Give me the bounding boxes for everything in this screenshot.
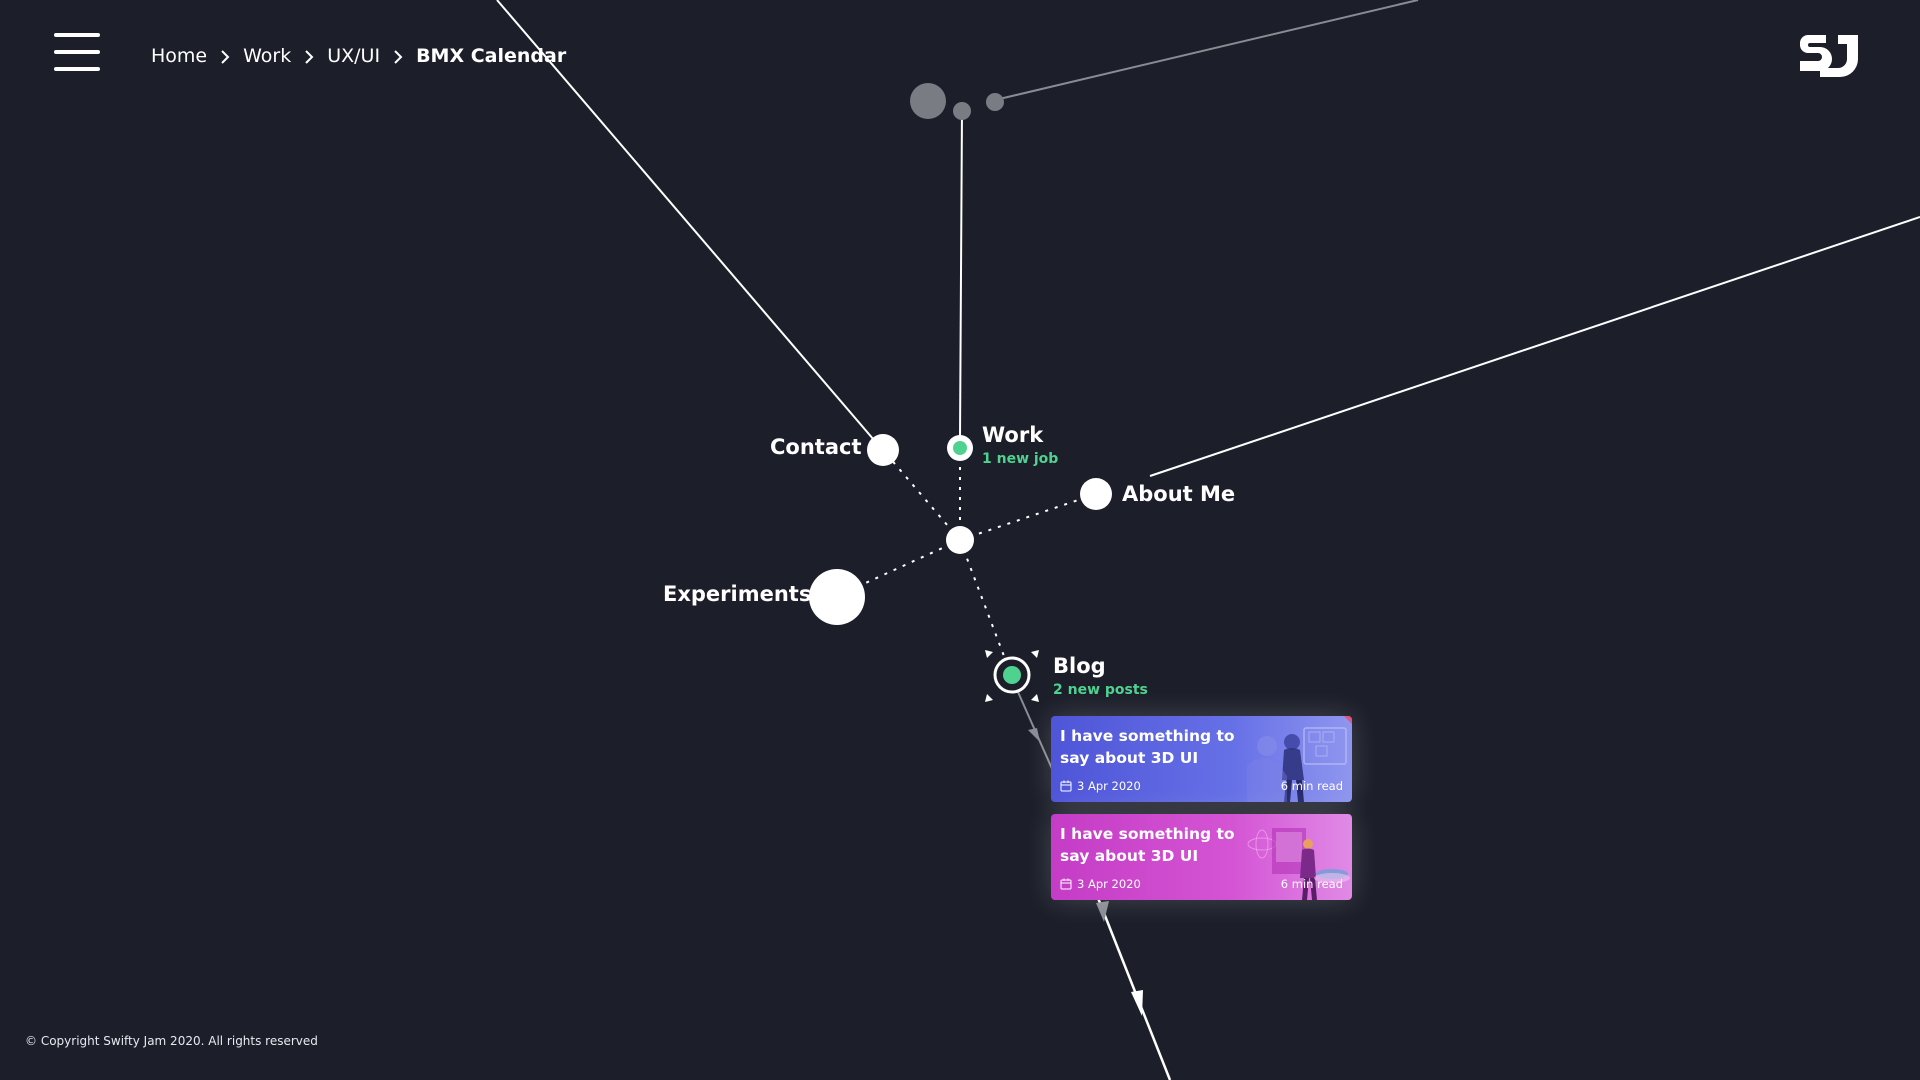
graph-canvas: Home Work UX/UI BMX Calendar Contact Wor…	[0, 0, 1920, 1080]
blog-node-indicator	[1003, 666, 1021, 684]
experiments-label[interactable]: Experiments	[663, 582, 811, 606]
dotted-link	[882, 449, 961, 541]
trail-arrow-icon	[1028, 728, 1040, 742]
about-node[interactable]	[1080, 478, 1112, 510]
contact-node[interactable]	[867, 434, 899, 466]
blog-post-card[interactable]: I have something to say about 3D UI 3 Ap…	[1051, 716, 1352, 802]
experiments-node[interactable]	[809, 569, 865, 625]
blog-post-date: 3 Apr 2020	[1060, 779, 1141, 793]
menu-bar	[54, 33, 100, 37]
breadcrumb-work[interactable]: Work	[243, 45, 291, 67]
calendar-icon	[1060, 780, 1072, 792]
about-label[interactable]: About Me	[1122, 482, 1235, 506]
logo[interactable]	[1798, 31, 1862, 81]
link-line	[959, 109, 963, 438]
breadcrumb-home[interactable]: Home	[151, 45, 207, 67]
trail-line	[1096, 897, 1172, 1080]
blog-post-date: 3 Apr 2020	[1060, 877, 1141, 891]
calendar-icon	[1060, 878, 1072, 890]
dotted-link	[959, 493, 1097, 541]
work-node-indicator	[953, 441, 967, 455]
dotted-link	[959, 539, 1008, 665]
copyright-text: © Copyright Swifty Jam 2020. All rights …	[25, 1034, 318, 1048]
work-badge: 1 new job	[982, 451, 1059, 467]
hub-node	[946, 526, 974, 554]
blog-label[interactable]: Blog	[1053, 654, 1106, 678]
menu-bar	[54, 67, 100, 71]
blog-post-date-text: 3 Apr 2020	[1077, 779, 1141, 793]
link-line	[1149, 216, 1920, 477]
chevron-right-icon	[207, 46, 243, 67]
distant-node	[953, 102, 971, 120]
work-label[interactable]: Work	[982, 423, 1043, 447]
breadcrumb-current: BMX Calendar	[416, 45, 567, 67]
blog-post-date-text: 3 Apr 2020	[1077, 877, 1141, 891]
chevron-right-icon	[291, 46, 327, 67]
distant-node	[986, 93, 1004, 111]
breadcrumb: Home Work UX/UI BMX Calendar	[151, 41, 566, 71]
distant-node	[910, 83, 946, 119]
menu-bar	[54, 50, 100, 54]
blog-post-read-time: 6 min read	[1280, 779, 1343, 793]
link-line	[994, 0, 1419, 101]
chevron-right-icon	[380, 46, 416, 67]
trail-arrow-icon	[1131, 990, 1143, 1016]
blog-post-title: I have something to say about 3D UI	[1060, 727, 1235, 767]
blog-post-title: I have something to say about 3D UI	[1060, 825, 1235, 865]
blog-badge: 2 new posts	[1053, 682, 1148, 698]
blog-post-read-time: 6 min read	[1280, 877, 1343, 891]
hamburger-menu-button[interactable]	[54, 33, 100, 73]
contact-label[interactable]: Contact	[770, 435, 862, 459]
sj-logo-icon	[1800, 35, 1858, 77]
node-graph	[496, 0, 1920, 1080]
breadcrumb-uxui[interactable]: UX/UI	[327, 45, 380, 67]
blog-post-card[interactable]: I have something to say about 3D UI 3 Ap…	[1051, 814, 1352, 900]
